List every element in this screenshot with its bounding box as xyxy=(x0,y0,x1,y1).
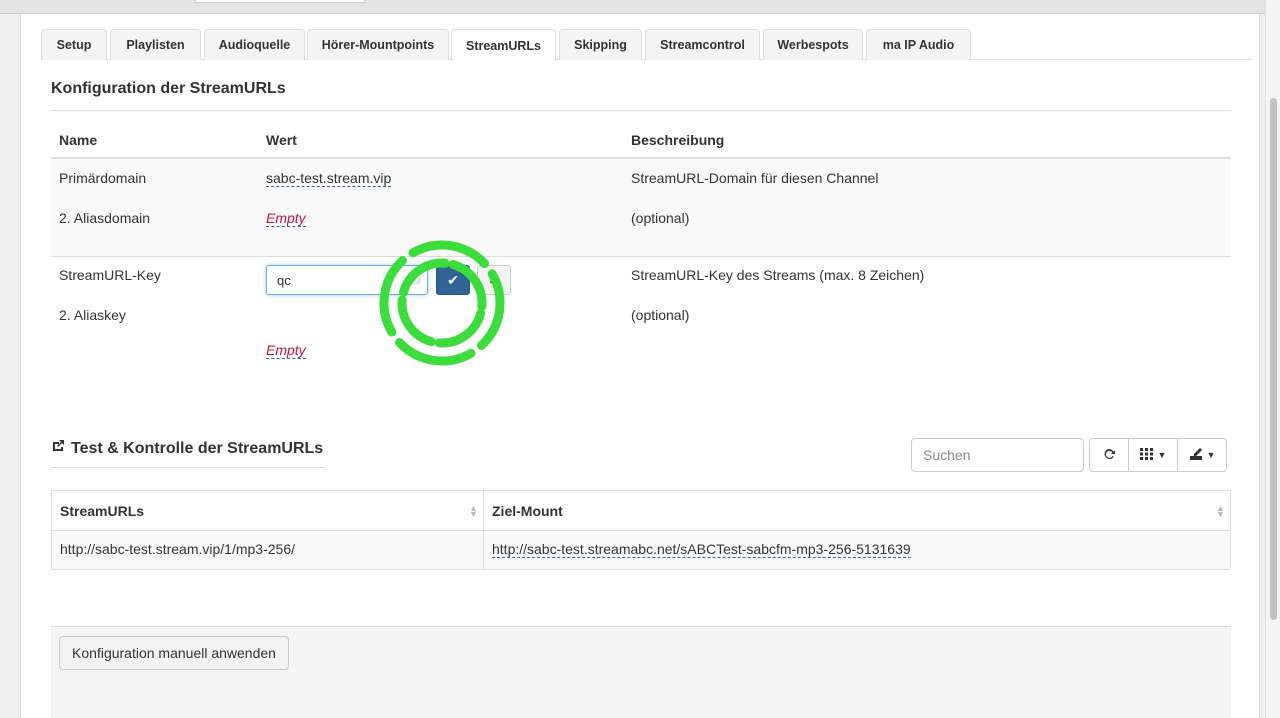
test-section-title: Test & Kontrolle der StreamURLs xyxy=(51,439,325,468)
header-value: Wert xyxy=(266,132,297,148)
header-description: Beschreibung xyxy=(631,132,725,148)
config-group-domain: Primärdomain sabc-test.stream.vip Stream… xyxy=(51,160,1231,257)
row-name: 2. Aliaskey xyxy=(59,307,126,323)
config-title: Konfiguration der StreamURLs xyxy=(51,80,286,97)
refresh-icon xyxy=(1102,447,1116,464)
config-table-header: Name Wert Beschreibung xyxy=(51,128,1231,159)
tab-bar: Setup Playlisten Audioquelle Hörer-Mount… xyxy=(41,29,1251,61)
column-label: Ziel-Mount xyxy=(492,503,563,519)
chevron-down-icon: ▼ xyxy=(1206,450,1216,460)
scrollbar[interactable] xyxy=(1265,0,1280,718)
apply-config-button[interactable]: Konfiguration manuell anwenden xyxy=(59,636,289,670)
tab-hoerer-mountpoints[interactable]: Hörer-Mountpoints xyxy=(307,29,449,60)
row-description: (optional) xyxy=(631,210,690,226)
table-cell: http://sabc-test.stream.vip/1/mp3-256/ xyxy=(52,531,483,569)
row-description: (optional) xyxy=(631,307,690,323)
column-header-streamurls[interactable]: StreamURLs xyxy=(52,491,483,531)
row-description: StreamURL-Key des Streams (max. 8 Zeiche… xyxy=(631,267,925,283)
external-link-icon xyxy=(51,439,65,458)
tab-ma-ip-audio[interactable]: ma IP Audio xyxy=(866,29,971,60)
table-cell: http://sabc-test.streamabc.net/sABCTest-… xyxy=(484,531,1230,569)
column-label: StreamURLs xyxy=(60,503,145,519)
alias-key-value[interactable]: Empty xyxy=(266,342,306,359)
tab-streamurls[interactable]: StreamURLs xyxy=(451,29,556,61)
main-panel: Setup Playlisten Audioquelle Hörer-Mount… xyxy=(20,14,1260,718)
search-input[interactable] xyxy=(911,438,1084,472)
sort-icon[interactable]: ▲ ▼ xyxy=(469,504,478,519)
ziel-mount-link[interactable]: http://sabc-test.streamabc.net/sABCTest-… xyxy=(492,541,911,558)
row-name: StreamURL-Key xyxy=(59,267,161,283)
chevron-down-icon: ▼ xyxy=(1157,450,1167,460)
divider xyxy=(51,110,1231,111)
header-name: Name xyxy=(59,132,98,148)
columns-icon xyxy=(1139,447,1154,463)
config-group-key: StreamURL-Key StreamURL-Key des Streams … xyxy=(51,257,1231,381)
tab-werbespots[interactable]: Werbespots xyxy=(763,29,863,60)
tab-setup[interactable]: Setup xyxy=(41,29,107,60)
tab-playlisten[interactable]: Playlisten xyxy=(110,29,201,60)
tab-streamcontrol[interactable]: Streamcontrol xyxy=(645,29,760,60)
refresh-button[interactable] xyxy=(1089,438,1129,472)
column-header-ziel-mount[interactable]: Ziel-Mount xyxy=(484,491,1230,531)
tab-audioquelle[interactable]: Audioquelle xyxy=(204,29,305,60)
sort-icon[interactable]: ▲ ▼ xyxy=(1216,504,1225,519)
columns-button[interactable]: ▼ xyxy=(1128,438,1178,472)
streamurl-table: StreamURLs ▲ ▼ Ziel-Mount ▲ ▼ http://sabc-… xyxy=(51,490,1231,570)
top-bar xyxy=(0,0,1280,14)
loading-spinner-icon xyxy=(379,240,505,366)
export-button[interactable]: ▼ xyxy=(1177,438,1227,472)
export-icon xyxy=(1189,447,1203,463)
primary-domain-value[interactable]: sabc-test.stream.vip xyxy=(266,170,392,187)
row-description: StreamURL-Domain für diesen Channel xyxy=(631,170,879,186)
alias-domain-value[interactable]: Empty xyxy=(266,210,306,227)
scrollbar-thumb[interactable] xyxy=(1270,98,1277,620)
column-divider xyxy=(483,491,484,569)
tab-skipping[interactable]: Skipping xyxy=(559,29,642,60)
row-name: 2. Aliasdomain xyxy=(59,210,151,226)
row-name: Primärdomain xyxy=(59,170,147,186)
top-input-stub xyxy=(195,0,365,3)
table-toolbar: ▼ ▼ xyxy=(1089,438,1227,472)
test-title-text: Test & Kontrolle der StreamURLs xyxy=(71,440,324,457)
